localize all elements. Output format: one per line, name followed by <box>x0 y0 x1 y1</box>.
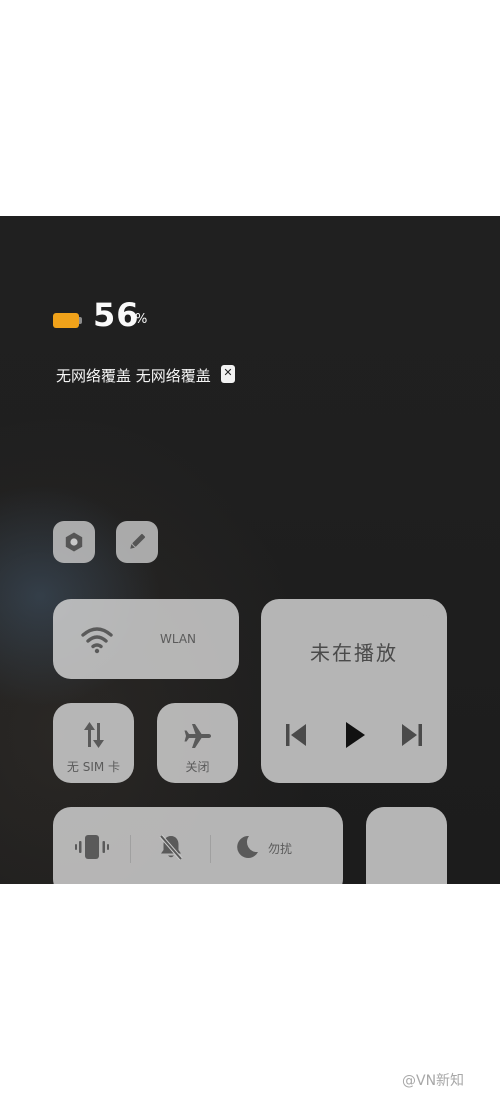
wifi-icon <box>81 627 113 654</box>
mobile-data-tile[interactable]: 无 SIM 卡 <box>53 703 134 783</box>
watermark: @VN新知 <box>402 1073 465 1089</box>
previous-track-icon[interactable] <box>285 723 307 747</box>
x-sim-icon: ✕ <box>221 365 235 383</box>
battery-percent: 56 <box>93 296 140 334</box>
media-status: 未在播放 <box>310 641 398 665</box>
battery-percent-unit: % <box>135 312 148 327</box>
airplane-tile[interactable]: 关闭 <box>157 703 238 783</box>
slider-tile[interactable] <box>366 807 447 884</box>
media-tile[interactable]: 未在播放 <box>261 599 447 783</box>
mobile-data-label: 无 SIM 卡 <box>66 760 121 774</box>
airplane-icon <box>184 724 211 748</box>
data-arrows-icon <box>84 722 104 748</box>
divider <box>210 835 211 863</box>
control-center-screen: 56 % 无网络覆盖 无网络覆盖 ✕ WLAN 未在播放 无 SIM 卡 关闭 … <box>0 216 500 884</box>
pencil-icon <box>130 533 146 549</box>
wlan-tile[interactable]: WLAN <box>53 599 239 679</box>
wlan-label: WLAN <box>160 632 197 646</box>
divider <box>130 835 131 863</box>
expand-corner-icon[interactable] <box>419 613 433 627</box>
next-track-icon[interactable] <box>401 723 423 747</box>
bell-off-icon[interactable] <box>157 833 185 861</box>
play-icon[interactable] <box>344 721 366 749</box>
carrier-status: 无网络覆盖 无网络覆盖 <box>56 367 211 385</box>
battery-icon <box>53 313 83 328</box>
airplane-label: 关闭 <box>185 760 210 774</box>
dnd-label: 勿扰 <box>268 842 293 856</box>
sound-mode-tile: 勿扰 <box>53 807 343 884</box>
settings-button[interactable] <box>53 521 95 563</box>
moon-icon[interactable] <box>232 833 260 861</box>
edit-button[interactable] <box>116 521 158 563</box>
vibrate-icon[interactable] <box>75 833 109 861</box>
gear-icon <box>65 532 83 552</box>
